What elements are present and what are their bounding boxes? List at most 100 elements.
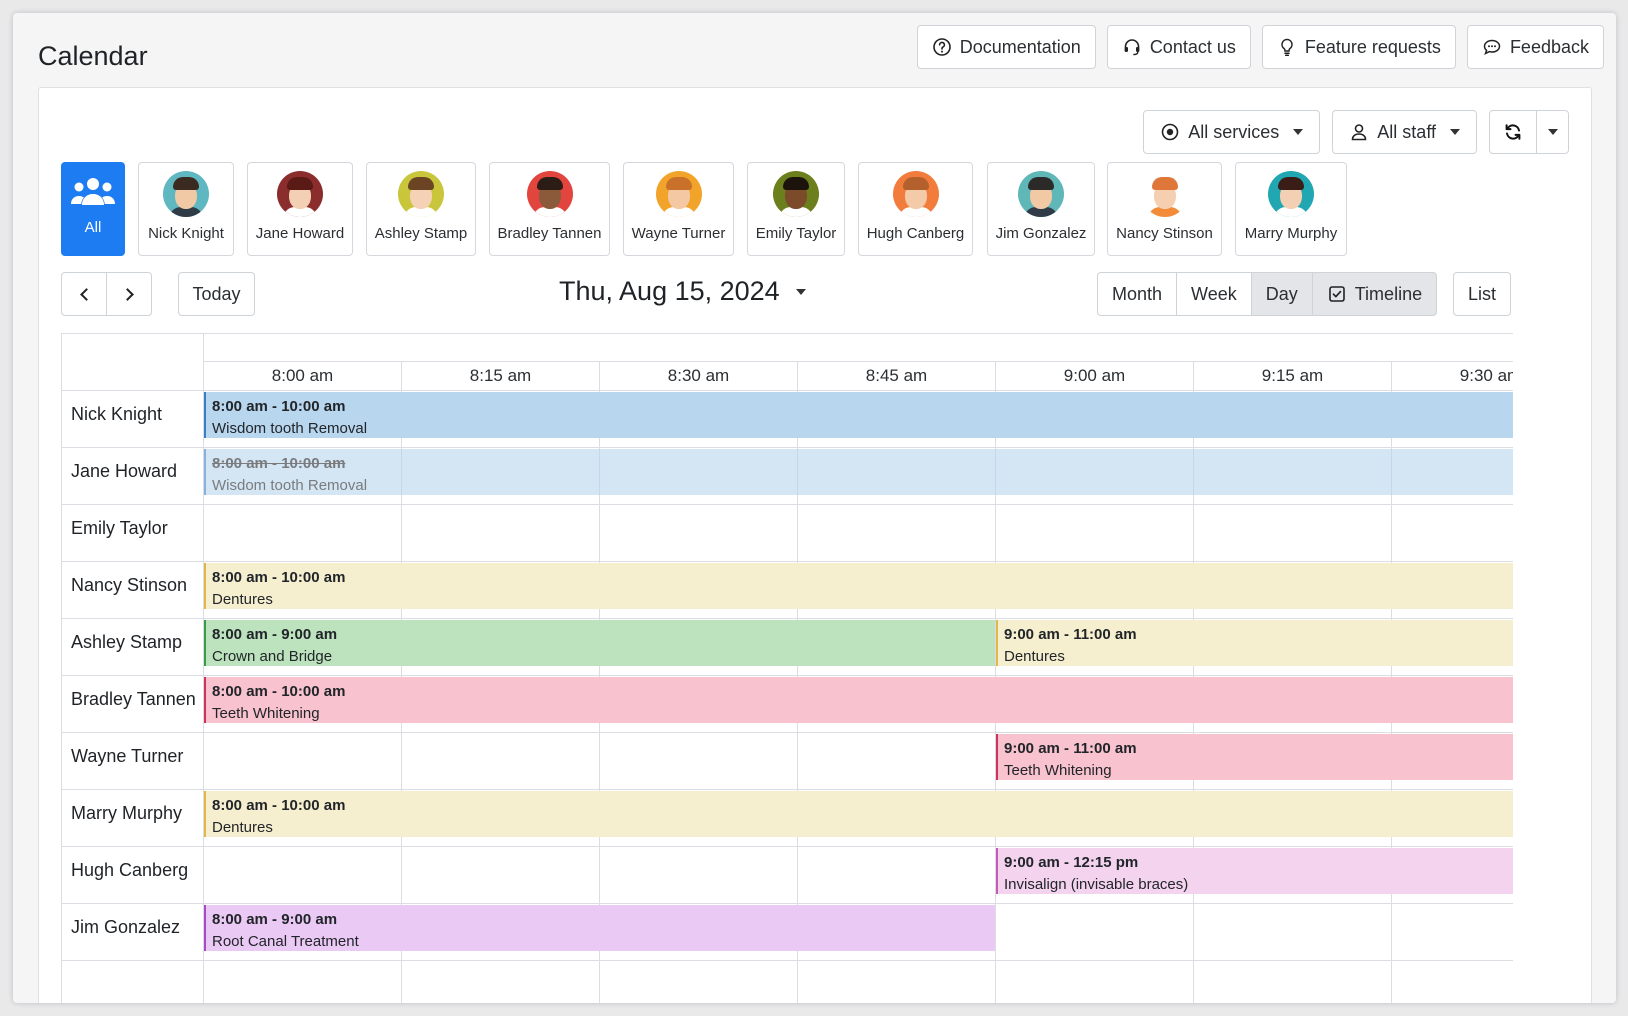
staff-tile-label: Ashley Stamp xyxy=(374,225,468,242)
grid-row-line xyxy=(203,561,1513,562)
view-timeline-button[interactable]: Timeline xyxy=(1311,272,1438,316)
appointment-service: Wisdom tooth Removal xyxy=(212,477,368,494)
appointment-service: Root Canal Treatment xyxy=(212,933,359,950)
appointment-service: Crown and Bridge xyxy=(212,648,333,665)
services-filter-label: All services xyxy=(1188,121,1280,142)
appointment-event[interactable]: 8:00 am - 10:00 am Dentures xyxy=(204,563,1513,609)
appointment-time: 9:00 am - 11:00 am xyxy=(1004,740,1137,757)
appointment-time: 8:00 am - 9:00 am xyxy=(212,626,338,643)
date-picker-toggle[interactable]: Thu, Aug 15, 2024 xyxy=(559,276,806,307)
avatar xyxy=(773,171,819,217)
contact-us-button[interactable]: Contact us xyxy=(1106,25,1251,69)
appointment-event[interactable]: 8:00 am - 10:00 am Dentures xyxy=(204,791,1513,837)
staff-tile-ashley-stamp[interactable]: Ashley Stamp xyxy=(366,162,476,256)
feature-requests-button[interactable]: Feature requests xyxy=(1261,25,1456,69)
chevron-right-icon xyxy=(120,287,134,301)
chevron-left-icon xyxy=(79,287,93,301)
staff-tile-all[interactable]: All xyxy=(61,162,125,256)
staff-filter-dropdown[interactable]: All staff xyxy=(1332,110,1477,154)
next-button[interactable] xyxy=(106,272,152,316)
calendar-card: All services All staff All Nick Knight Jan… xyxy=(38,87,1592,1003)
current-date: Thu, Aug 15, 2024 xyxy=(559,276,780,306)
appointment-service: Teeth Whitening xyxy=(212,705,320,722)
appointment-service: Teeth Whitening xyxy=(1004,762,1112,779)
staff-tile-label: Hugh Canberg xyxy=(866,225,965,242)
contact-us-label: Contact us xyxy=(1149,36,1236,57)
timeline-grid: 8:00 am 8:15 am 8:30 am 8:45 am 9:00 am 9:15 … xyxy=(61,333,1513,1003)
appointment-event[interactable]: 8:00 am - 9:00 am Crown and Bridge xyxy=(204,620,995,666)
headset-icon xyxy=(1124,39,1140,56)
top-toolbar: Documentation Contact us Feature request… xyxy=(916,25,1604,69)
person-icon xyxy=(1351,124,1367,141)
refresh-options-dropdown[interactable] xyxy=(1537,110,1569,154)
time-slot-header: 9:30 am xyxy=(1391,361,1513,390)
appointment-event[interactable]: 8:00 am - 10:00 am Wisdom tooth Removal xyxy=(204,449,1513,495)
view-week-button[interactable]: Week xyxy=(1176,272,1252,316)
view-timeline-label: Timeline xyxy=(1354,283,1423,304)
staff-tile-hugh-canberg[interactable]: Hugh Canberg xyxy=(858,162,973,256)
time-slot-header: 9:15 am xyxy=(1193,361,1391,390)
resource-label: Jane Howard xyxy=(62,448,203,505)
lightbulb-icon xyxy=(1281,38,1293,56)
staff-tile-jim-gonzalez[interactable]: Jim Gonzalez xyxy=(987,162,1095,256)
resource-label: Hugh Canberg xyxy=(62,847,203,904)
staff-tile-nick-knight[interactable]: Nick Knight xyxy=(138,162,234,256)
staff-tile-nancy-stinson[interactable]: Nancy Stinson xyxy=(1107,162,1222,256)
resource-label: Nancy Stinson xyxy=(62,562,203,619)
appointment-event[interactable]: 8:00 am - 10:00 am Wisdom tooth Removal xyxy=(204,392,1513,438)
view-list-button[interactable]: List xyxy=(1453,272,1511,316)
appointment-event[interactable]: 9:00 am - 11:00 am Dentures xyxy=(996,620,1513,666)
appointment-event[interactable]: 8:00 am - 10:00 am Teeth Whitening xyxy=(204,677,1513,723)
today-button[interactable]: Today xyxy=(178,272,255,316)
grid-row-line xyxy=(203,618,1513,619)
prev-button[interactable] xyxy=(61,272,107,316)
resource-label: Marry Murphy xyxy=(62,790,203,847)
staff-tile-label: Bradley Tannen xyxy=(497,225,602,242)
appointment-service: Wisdom tooth Removal xyxy=(212,420,368,437)
question-circle-icon xyxy=(932,38,951,56)
group-icon xyxy=(71,178,115,205)
grid-row-line xyxy=(203,732,1513,733)
staff-tile-jane-howard[interactable]: Jane Howard xyxy=(247,162,353,256)
time-slot-header: 8:45 am xyxy=(797,361,995,390)
avatar xyxy=(1141,171,1188,217)
appointment-event[interactable]: 8:00 am - 9:00 am Root Canal Treatment xyxy=(204,905,995,951)
filter-bar: All services All staff xyxy=(1143,110,1569,154)
feedback-label: Feedback xyxy=(1509,36,1589,57)
avatar xyxy=(526,171,573,217)
staff-tile-wayne-turner[interactable]: Wayne Turner xyxy=(623,162,734,256)
appointment-service: Dentures xyxy=(212,591,273,608)
staff-tile-label: Nancy Stinson xyxy=(1116,225,1213,242)
staff-filter-label: All staff xyxy=(1377,121,1436,142)
refresh-button[interactable] xyxy=(1489,110,1537,154)
staff-tile-label: Nick Knight xyxy=(148,225,224,242)
staff-tile-label: Marry Murphy xyxy=(1244,225,1338,242)
appointment-service: Invisalign (invisable braces) xyxy=(1004,876,1189,893)
grid-header-line xyxy=(62,390,1513,391)
appointment-event[interactable]: 9:00 am - 12:15 pm Invisalign (invisable … xyxy=(996,848,1513,894)
staff-tile-marry-murphy[interactable]: Marry Murphy xyxy=(1235,162,1347,256)
appointment-time: 8:00 am - 10:00 am xyxy=(212,455,346,472)
services-filter-dropdown[interactable]: All services xyxy=(1143,110,1321,154)
refresh-icon xyxy=(1505,124,1521,140)
view-day-button[interactable]: Day xyxy=(1250,272,1313,316)
staff-tile-bradley-tannen[interactable]: Bradley Tannen xyxy=(489,162,610,256)
grid-row-line xyxy=(203,846,1513,847)
app-window: Calendar Documentation Contact us Featur… xyxy=(13,13,1616,1003)
staff-tile-label: Emily Taylor xyxy=(755,225,837,242)
avatar xyxy=(277,171,323,217)
resource-label: Bradley Tannen xyxy=(62,676,203,733)
radio-dot-icon xyxy=(1161,123,1179,141)
checkbox-checked-icon xyxy=(1328,286,1345,302)
staff-tile-emily-taylor[interactable]: Emily Taylor xyxy=(747,162,845,256)
grid-row-line xyxy=(203,903,1513,904)
caret-down-icon xyxy=(1450,129,1460,135)
view-switcher: Month Week Day Timeline xyxy=(1097,272,1438,316)
view-month-button[interactable]: Month xyxy=(1097,272,1178,316)
avatar xyxy=(398,171,444,217)
documentation-button[interactable]: Documentation xyxy=(916,25,1096,69)
staff-tile-label: Wayne Turner xyxy=(631,225,726,242)
appointment-event[interactable]: 9:00 am - 11:00 am Teeth Whitening xyxy=(996,734,1513,780)
feedback-button[interactable]: Feedback xyxy=(1466,25,1604,69)
caret-down-icon xyxy=(1293,129,1304,135)
